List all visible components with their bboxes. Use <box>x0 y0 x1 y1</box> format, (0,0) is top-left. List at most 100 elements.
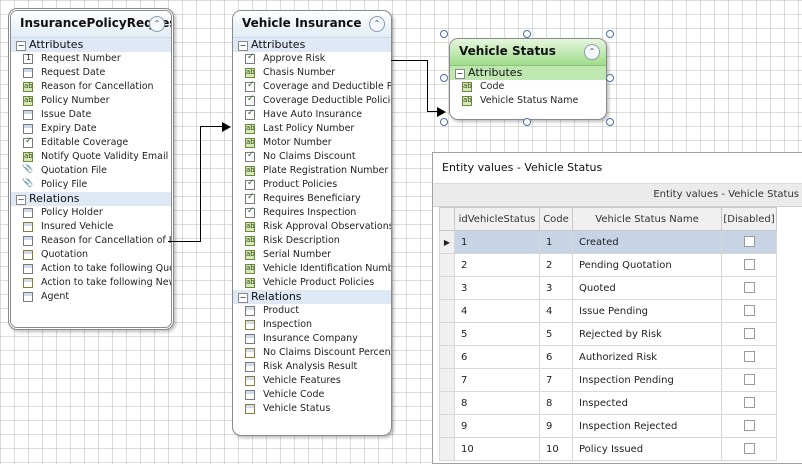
attribute-row[interactable]: No Claims Discount <box>233 150 391 164</box>
cell-id[interactable]: 1 <box>454 230 540 254</box>
row-selector[interactable] <box>439 299 455 323</box>
attribute-row[interactable]: Vehicle Product Policies <box>233 276 391 290</box>
cell-name[interactable]: Rejected by Risk <box>572 322 722 346</box>
grid-row[interactable]: ▶ 1 1 Created <box>439 230 777 254</box>
cell-id[interactable]: 6 <box>454 345 540 369</box>
attribute-row[interactable]: Motor Number <box>233 136 391 150</box>
attribute-row[interactable]: Coverage Deductible Policies <box>233 94 391 108</box>
attribute-row[interactable]: Risk Approval Observations <box>233 220 391 234</box>
attribute-row[interactable]: Requires Beneficiary <box>233 192 391 206</box>
cell-name[interactable]: Policy Issued <box>572 437 722 461</box>
grid-row[interactable]: 4 4 Issue Pending <box>439 299 777 323</box>
disabled-checkbox[interactable] <box>743 443 755 455</box>
cell-code[interactable]: 1 <box>539 230 573 254</box>
row-selector[interactable] <box>439 345 455 369</box>
cell-code[interactable]: 10 <box>539 437 573 461</box>
disabled-checkbox[interactable] <box>743 328 755 340</box>
relation-row[interactable]: No Claims Discount Percentag <box>233 346 391 360</box>
collapse-toggle-icon[interactable]: − <box>455 69 465 79</box>
attribute-row[interactable]: Product Policies <box>233 178 391 192</box>
grid-row[interactable]: 6 6 Authorized Risk <box>439 345 777 369</box>
resize-handle[interactable] <box>440 74 448 82</box>
cell-id[interactable]: 8 <box>454 391 540 415</box>
collapse-icon[interactable]: ⌃ <box>584 44 600 60</box>
relation-row[interactable]: Vehicle Code <box>233 388 391 402</box>
cell-code[interactable]: 6 <box>539 345 573 369</box>
disabled-checkbox[interactable] <box>743 374 755 386</box>
relation-row[interactable]: Action to take following New Q <box>11 276 171 290</box>
attribute-row[interactable]: Policy Number <box>11 94 171 108</box>
disabled-checkbox[interactable] <box>743 397 755 409</box>
entity-header[interactable]: Vehicle Status ⌃ <box>450 39 606 66</box>
relations-section[interactable]: − Relations <box>233 290 391 304</box>
relation-connector[interactable] <box>200 126 201 242</box>
row-selector[interactable] <box>439 368 455 392</box>
relation-row[interactable]: Quotation <box>11 248 171 262</box>
cell-code[interactable]: 9 <box>539 414 573 438</box>
relation-connector[interactable] <box>168 241 200 242</box>
attribute-row[interactable]: Vehicle Identification Numbe <box>233 262 391 276</box>
attribute-row[interactable]: Last Policy Number <box>233 122 391 136</box>
attribute-row[interactable]: Request Number <box>11 52 171 66</box>
cell-name[interactable]: Authorized Risk <box>572 345 722 369</box>
relations-section[interactable]: − Relations <box>11 192 171 206</box>
attribute-row[interactable]: Risk Description <box>233 234 391 248</box>
relation-connector[interactable] <box>427 60 428 112</box>
attribute-row[interactable]: Have Auto Insurance <box>233 108 391 122</box>
cell-name[interactable]: Inspection Pending <box>572 368 722 392</box>
entity-vehicle-status[interactable]: Vehicle Status ⌃ − Attributes Code Vehicl… <box>449 38 607 120</box>
cell-name[interactable]: Issue Pending <box>572 299 722 323</box>
cell-id[interactable]: 9 <box>454 414 540 438</box>
entity-insurance-policy-request[interactable]: InsurancePolicyRequest ⌃ − Attributes Re… <box>8 8 174 330</box>
relation-row[interactable]: Insurance Company <box>233 332 391 346</box>
resize-handle[interactable] <box>606 74 614 82</box>
resize-handle[interactable] <box>523 118 531 126</box>
attribute-row[interactable]: Expiry Date <box>11 122 171 136</box>
cell-id[interactable]: 5 <box>454 322 540 346</box>
grid-row[interactable]: 3 3 Quoted <box>439 276 777 300</box>
cell-id[interactable]: 10 <box>454 437 540 461</box>
cell-code[interactable]: 8 <box>539 391 573 415</box>
cell-code[interactable]: 2 <box>539 253 573 277</box>
relation-connector[interactable] <box>200 126 224 127</box>
cell-code[interactable]: 7 <box>539 368 573 392</box>
attribute-row[interactable]: Approve Risk <box>233 52 391 66</box>
disabled-checkbox[interactable] <box>743 259 755 271</box>
attribute-row[interactable]: Notify Quote Validity Email <box>11 150 171 164</box>
disabled-checkbox[interactable] <box>743 305 755 317</box>
cell-name[interactable]: Inspection Rejected <box>572 414 722 438</box>
cell-id[interactable]: 2 <box>454 253 540 277</box>
attribute-row[interactable]: Reason for Cancellation <box>11 80 171 94</box>
cell-name[interactable]: Created <box>572 230 722 254</box>
resize-handle[interactable] <box>440 118 448 126</box>
disabled-checkbox[interactable] <box>743 282 755 294</box>
cell-name[interactable]: Pending Quotation <box>572 253 722 277</box>
cell-name[interactable]: Inspected <box>572 391 722 415</box>
collapse-toggle-icon[interactable]: − <box>16 195 26 205</box>
collapse-toggle-icon[interactable]: − <box>16 41 26 51</box>
relation-row[interactable]: Insured Vehicle <box>11 220 171 234</box>
grid-row[interactable]: 8 8 Inspected <box>439 391 777 415</box>
resize-handle[interactable] <box>606 118 614 126</box>
row-selector[interactable] <box>439 437 455 461</box>
attribute-row[interactable]: Coverage and Deductible Polic <box>233 80 391 94</box>
relation-connector[interactable] <box>391 60 427 61</box>
attribute-row[interactable]: Request Date <box>11 66 171 80</box>
cell-id[interactable]: 3 <box>454 276 540 300</box>
cell-code[interactable]: 4 <box>539 299 573 323</box>
row-selector[interactable] <box>439 414 455 438</box>
column-header-id[interactable]: idVehicleStatus <box>454 207 540 231</box>
column-header-disabled[interactable]: [Disabled] <box>721 207 777 231</box>
attribute-row[interactable]: Plate Registration Number <box>233 164 391 178</box>
relation-row[interactable]: Inspection <box>233 318 391 332</box>
disabled-checkbox[interactable] <box>743 351 755 363</box>
relation-row[interactable]: Action to take following Quotat <box>11 262 171 276</box>
attribute-row[interactable]: Requires Inspection <box>233 206 391 220</box>
disabled-checkbox[interactable] <box>743 420 755 432</box>
entity-values-window[interactable]: Entity values - Vehicle Status Entity va… <box>432 152 802 464</box>
resize-handle[interactable] <box>440 30 448 38</box>
column-header-name[interactable]: Vehicle Status Name <box>572 207 722 231</box>
grid-row[interactable]: 5 5 Rejected by Risk <box>439 322 777 346</box>
column-header-code[interactable]: Code <box>539 207 573 231</box>
attribute-row[interactable]: Code <box>450 80 606 94</box>
